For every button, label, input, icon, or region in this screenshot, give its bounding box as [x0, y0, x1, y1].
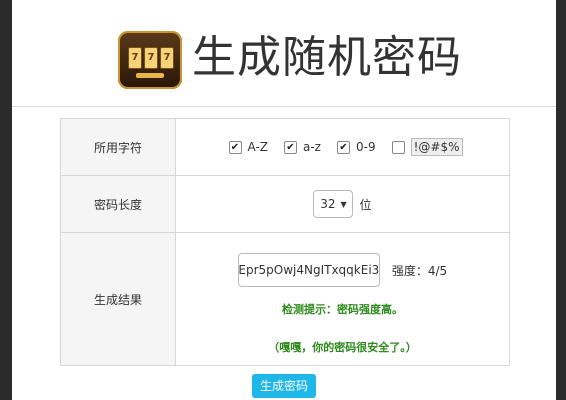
checkbox-uppercase[interactable]: ✔ — [228, 140, 242, 154]
strength-text: 强度：4/5 — [391, 263, 448, 278]
length-select[interactable]: 32 ▼ — [313, 190, 354, 218]
length-unit: 位 — [359, 197, 372, 212]
checkbox-lowercase[interactable]: ✔ — [284, 140, 297, 154]
option-symbols[interactable]: !@#$% — [391, 138, 463, 156]
length-label: 密码长度 — [60, 175, 176, 233]
option-lowercase[interactable]: ✔ a-z — [284, 140, 321, 154]
option-digits[interactable]: ✔ 0-9 — [336, 140, 376, 154]
page: 7 7 7 生成随机密码 所用字符 ✔ A-Z ✔ a-z ✔ 0-9 !@#$… — [12, 0, 556, 400]
chevron-down-icon: ▼ — [340, 199, 347, 209]
checkbox-digits[interactable]: ✔ — [336, 140, 350, 154]
option-symbols-label: !@#$% — [410, 138, 463, 156]
header: 7 7 7 生成随机密码 — [12, 0, 556, 107]
option-digits-label: 0-9 — [355, 140, 376, 154]
password-output[interactable]: Epr5pOwj4NgITxqqkEi3 — [237, 253, 380, 287]
generate-button[interactable]: 生成密码 — [252, 374, 316, 398]
option-uppercase[interactable]: ✔ A-Z — [228, 140, 269, 154]
option-lowercase-label: a-z — [303, 140, 321, 154]
slot-machine-icon: 7 7 7 — [118, 31, 182, 89]
page-title: 生成随机密码 — [192, 32, 462, 83]
charset-options: ✔ A-Z ✔ a-z ✔ 0-9 !@#$% — [175, 118, 510, 176]
length-value: 32 — [320, 197, 336, 211]
strength-hint: 检测提示：密码强度高。 — [282, 303, 403, 316]
result-cell: Epr5pOwj4NgITxqqkEi3 强度：4/5 检测提示：密码强度高。 … — [175, 232, 510, 366]
safety-hint: （嘎嘎，你的密码很安全了。） — [268, 341, 417, 354]
checkbox-symbols[interactable] — [391, 140, 405, 154]
length-cell: 32 ▼ 位 — [175, 175, 510, 233]
charset-label: 所用字符 — [60, 118, 176, 176]
password-form: 所用字符 ✔ A-Z ✔ a-z ✔ 0-9 !@#$% 密码长度 32 ▼ 位… — [60, 118, 510, 366]
result-label: 生成结果 — [60, 232, 176, 366]
option-uppercase-label: A-Z — [247, 140, 269, 154]
